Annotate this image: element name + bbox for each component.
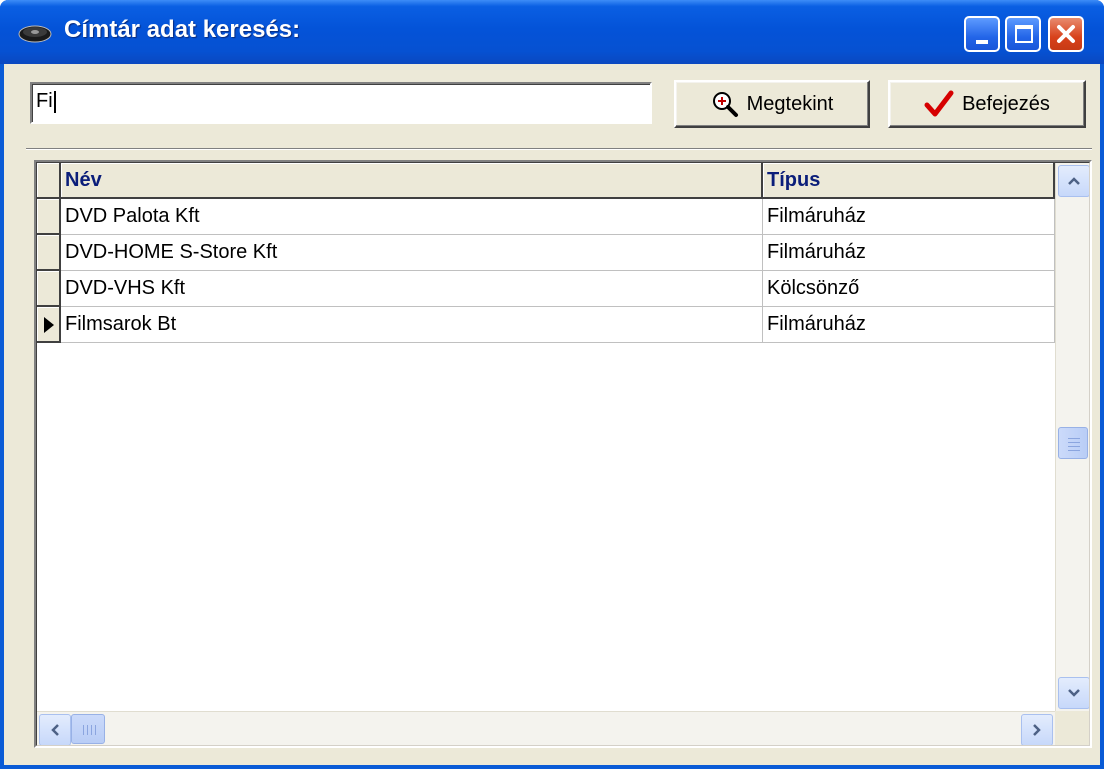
minimize-button[interactable]	[964, 16, 1000, 52]
scroll-left-button[interactable]	[39, 714, 71, 745]
column-header-name[interactable]: Név	[61, 163, 763, 199]
scroll-up-button[interactable]	[1058, 165, 1089, 197]
checkmark-icon	[924, 90, 954, 117]
chevron-left-icon	[51, 724, 59, 736]
cell-type[interactable]: Filmáruház	[763, 307, 1055, 343]
table-row-current[interactable]: Filmsarok Bt Filmáruház	[37, 307, 1055, 343]
view-button[interactable]: Megtekint	[674, 80, 870, 128]
current-row-arrow-icon	[44, 317, 54, 333]
title-bar[interactable]: Címtár adat keresés:	[0, 0, 1104, 64]
maximize-button[interactable]	[1005, 16, 1041, 52]
scroll-right-button[interactable]	[1021, 714, 1053, 745]
table-row[interactable]: DVD-VHS Kft Kölcsönző	[37, 271, 1055, 307]
cell-type[interactable]: Filmáruház	[763, 235, 1055, 271]
maximize-icon	[1015, 25, 1033, 43]
cell-name[interactable]: Filmsarok Bt	[61, 307, 763, 343]
cell-name[interactable]: DVD-VHS Kft	[61, 271, 763, 307]
vertical-scroll-thumb[interactable]	[1058, 427, 1088, 459]
window-title: Címtár adat keresés:	[64, 16, 301, 43]
chevron-up-icon	[1068, 177, 1080, 185]
row-indicator[interactable]	[37, 199, 61, 235]
view-button-label: Megtekint	[746, 92, 834, 115]
search-input-value: Fi	[36, 90, 53, 112]
magnifier-icon	[712, 92, 738, 117]
search-dialog-window: Címtár adat keresés: Fi Megtekint Befeje…	[0, 0, 1104, 769]
scrollbar-corner	[1055, 711, 1089, 745]
cell-type[interactable]: Filmáruház	[763, 199, 1055, 235]
finish-button[interactable]: Befejezés	[888, 80, 1086, 128]
finish-button-label: Befejezés	[962, 92, 1050, 115]
grid-header-row: Név Típus	[37, 163, 1055, 199]
vertical-scrollbar[interactable]	[1055, 163, 1089, 711]
horizontal-scroll-thumb[interactable]	[71, 714, 105, 744]
row-indicator[interactable]	[37, 235, 61, 271]
header-corner	[37, 163, 61, 199]
scroll-down-button[interactable]	[1058, 677, 1089, 709]
close-icon	[1057, 25, 1075, 43]
cell-name[interactable]: DVD Palota Kft	[61, 199, 763, 235]
minimize-icon	[976, 40, 988, 44]
row-indicator[interactable]	[37, 307, 61, 343]
horizontal-scrollbar[interactable]	[37, 711, 1055, 745]
column-header-type[interactable]: Típus	[763, 163, 1055, 199]
text-caret	[53, 90, 56, 113]
search-input[interactable]: Fi	[30, 82, 652, 124]
disc-drive-icon	[18, 25, 52, 43]
row-indicator[interactable]	[37, 271, 61, 307]
chevron-right-icon	[1033, 724, 1041, 736]
separator	[26, 148, 1092, 150]
cell-name[interactable]: DVD-HOME S-Store Kft	[61, 235, 763, 271]
table-row[interactable]: DVD Palota Kft Filmáruház	[37, 199, 1055, 235]
chevron-down-icon	[1068, 689, 1080, 697]
cell-type[interactable]: Kölcsönző	[763, 271, 1055, 307]
results-grid[interactable]: Név Típus DVD Palota Kft Filmáruház DVD-…	[34, 160, 1092, 748]
grid-body: Név Típus DVD Palota Kft Filmáruház DVD-…	[36, 162, 1090, 746]
table-row[interactable]: DVD-HOME S-Store Kft Filmáruház	[37, 235, 1055, 271]
close-button[interactable]	[1048, 16, 1084, 52]
